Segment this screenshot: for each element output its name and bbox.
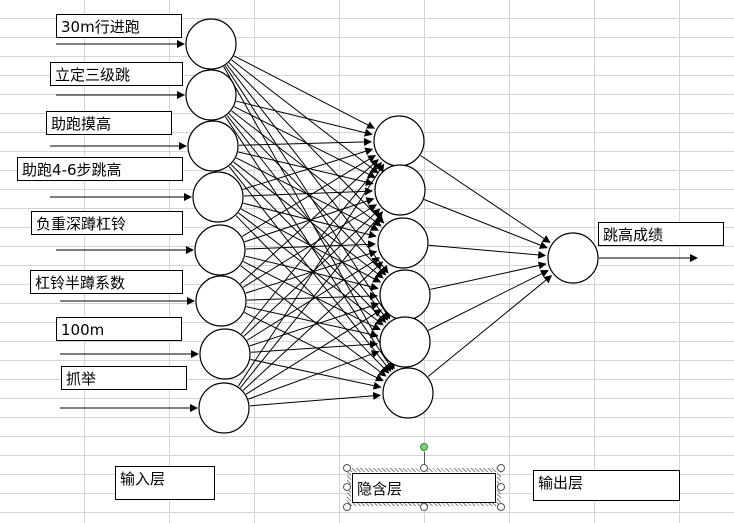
connection-line — [242, 261, 384, 391]
connection-line — [246, 306, 379, 339]
hidden-node — [382, 367, 434, 419]
input-label-weighted-squat: 负重深蹲杠铃 — [31, 211, 183, 235]
connection-line — [223, 66, 395, 370]
input-label-100m: 100m — [56, 317, 182, 341]
input-node — [199, 328, 251, 380]
connection-line — [427, 275, 553, 377]
input-node — [192, 171, 244, 223]
connection-line — [250, 358, 382, 390]
hidden-node — [379, 269, 431, 321]
input-node — [187, 120, 239, 172]
input-node — [195, 275, 247, 327]
input-node — [185, 69, 237, 121]
input-label-run-up-jump: 助跑4-6步跳高 — [17, 157, 183, 181]
hidden-node — [379, 316, 431, 368]
connection-line — [248, 350, 380, 400]
connection-line — [240, 159, 379, 284]
input-label-30m-run: 30m行进跑 — [56, 14, 182, 38]
input-node — [194, 224, 246, 276]
rotate-handle[interactable] — [420, 443, 428, 451]
connection-line — [244, 197, 375, 243]
output-label-high-jump: 跳高成绩 — [598, 222, 724, 246]
connection-line — [428, 244, 547, 259]
connection-line — [243, 208, 381, 337]
connection-line — [249, 391, 382, 407]
resize-handle-w[interactable] — [343, 483, 351, 491]
resize-handle-sw[interactable] — [343, 503, 351, 511]
resize-handle-nw[interactable] — [343, 464, 351, 472]
input-label-half-squat: 杠铃半蹲系数 — [30, 270, 183, 294]
input-label-snatch: 抓举 — [61, 366, 187, 390]
hidden-node — [373, 115, 425, 167]
resize-handle-se[interactable] — [497, 503, 505, 511]
input-node — [198, 382, 250, 434]
resize-handle-ne[interactable] — [497, 464, 505, 472]
resize-handle-e[interactable] — [497, 483, 505, 491]
connection-line — [424, 199, 548, 249]
rotate-handle-stem — [424, 452, 425, 465]
resize-handle-n[interactable] — [420, 464, 428, 472]
layer-label-output: 输出层 — [533, 470, 680, 501]
connection-line — [235, 215, 390, 374]
connection-line — [245, 309, 383, 395]
connection-line — [420, 155, 551, 243]
hidden-node — [377, 217, 429, 269]
output-node — [547, 232, 599, 284]
hidden-node — [374, 164, 426, 216]
connection-line — [238, 151, 374, 186]
hidden-output-connections — [420, 155, 553, 377]
connection-line — [430, 261, 547, 290]
input-label-triple-jump: 立定三级跳 — [50, 62, 183, 86]
layer-label-input: 输入层 — [115, 466, 215, 500]
layer-label-hidden[interactable]: 隐含层 — [352, 473, 496, 503]
input-label-run-up-reach: 助跑摸高 — [46, 111, 172, 135]
resize-handle-s[interactable] — [420, 503, 428, 511]
connection-line — [428, 270, 549, 331]
input-node — [185, 18, 237, 70]
